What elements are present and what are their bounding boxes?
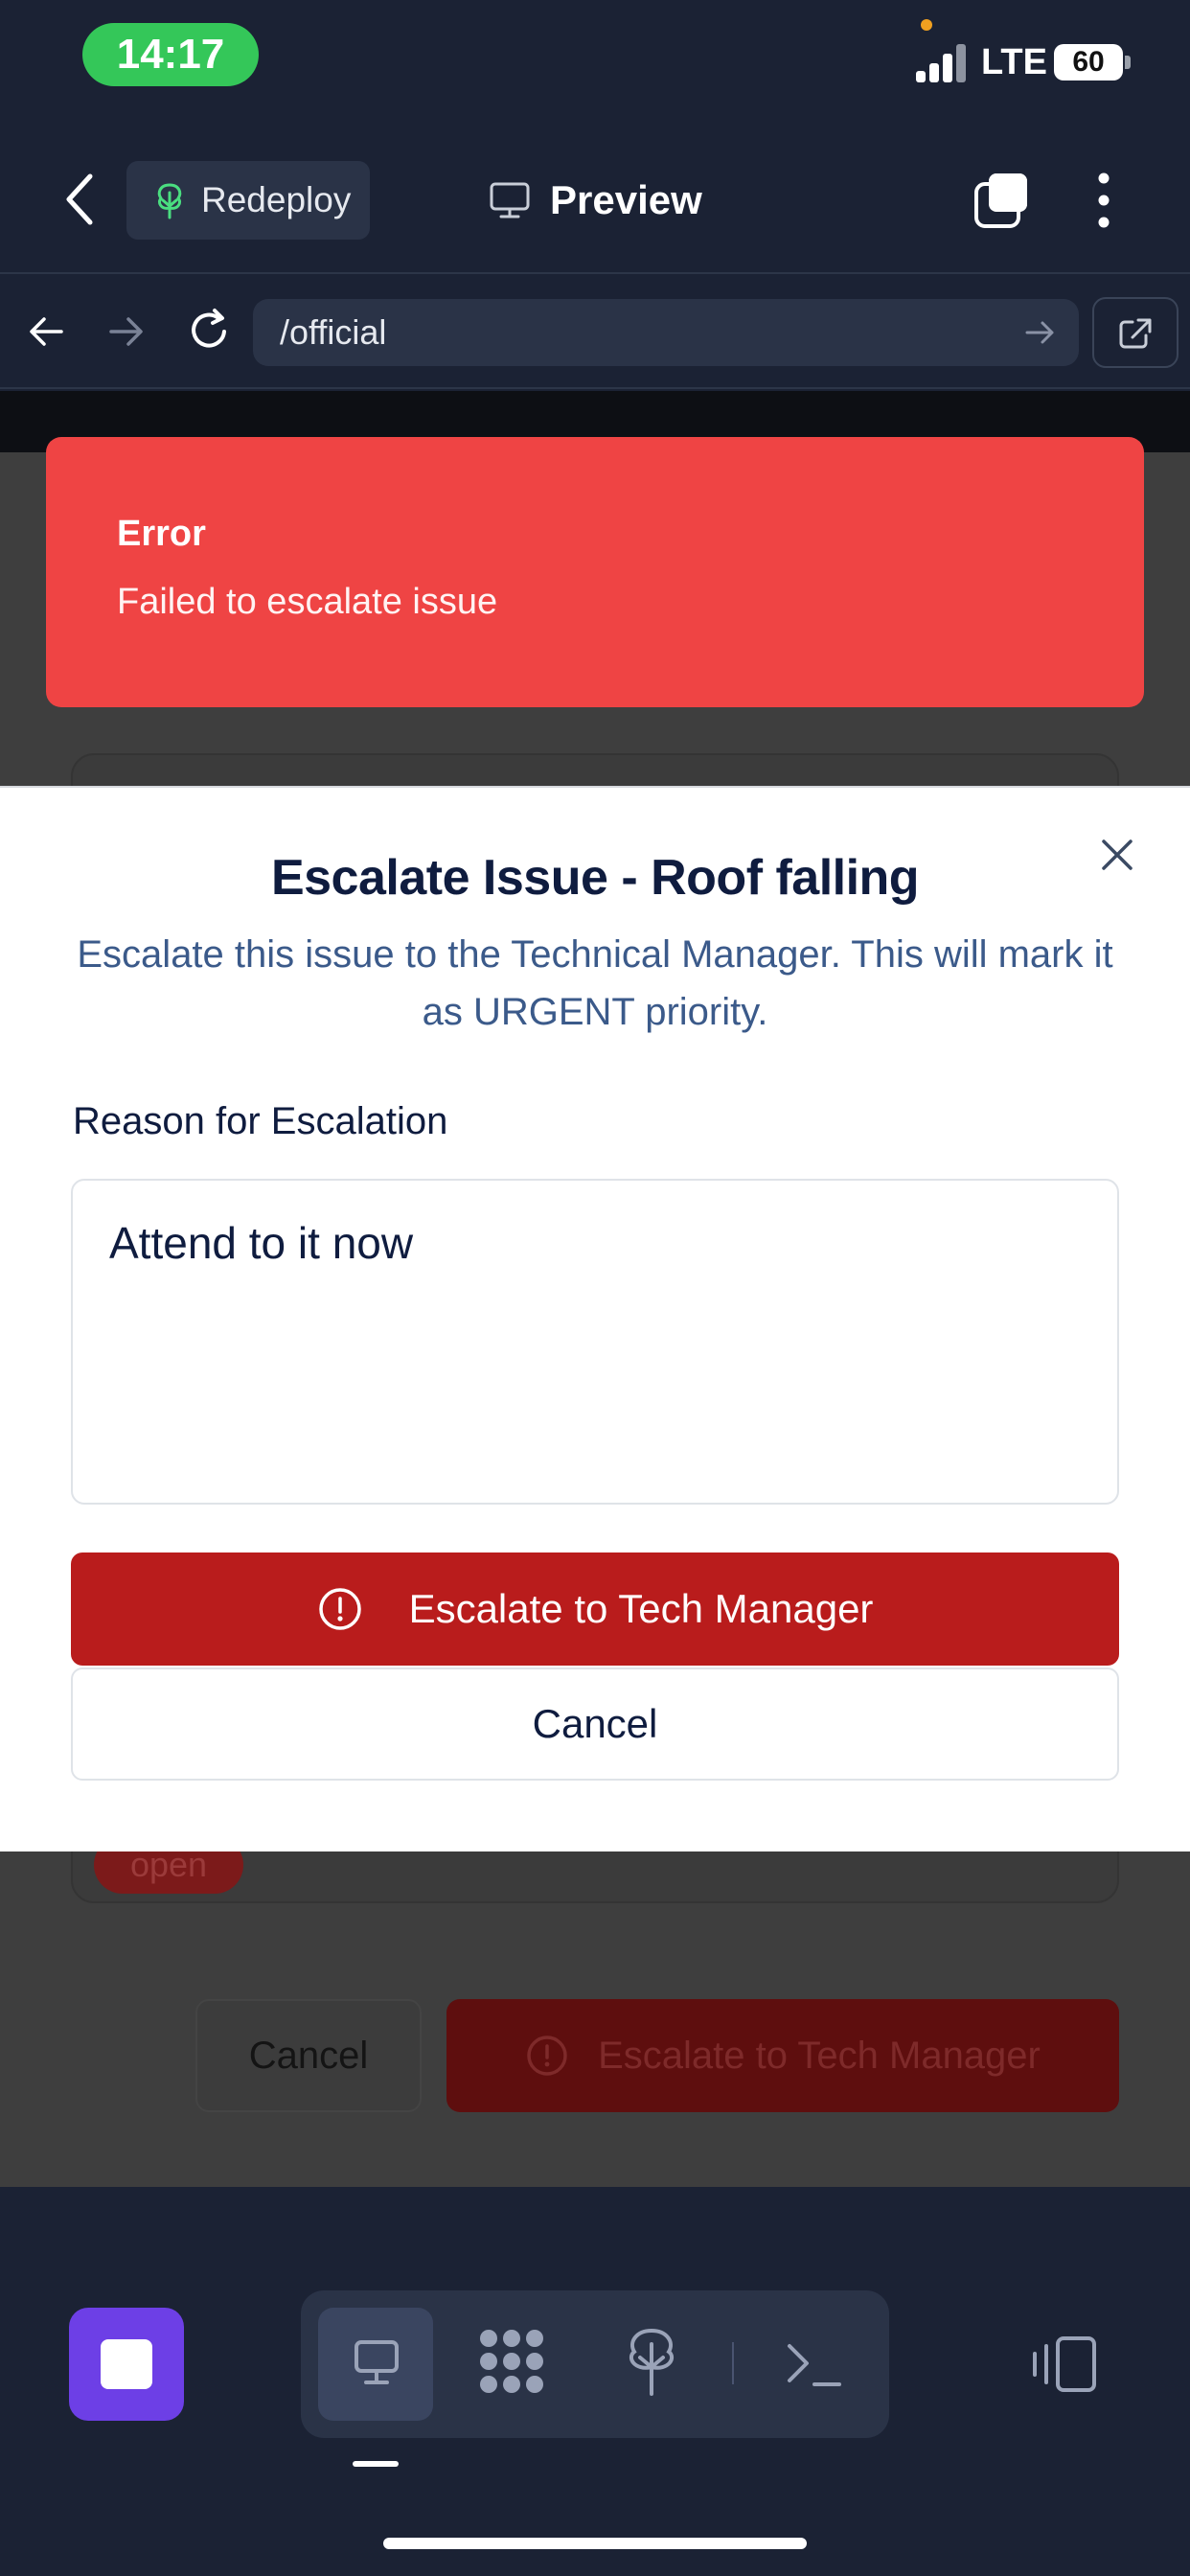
back-chevron-icon[interactable] xyxy=(57,171,105,228)
reload-icon[interactable] xyxy=(186,307,232,355)
toolbar-preview-button[interactable] xyxy=(318,2308,433,2421)
preview-label: Preview xyxy=(550,177,702,222)
alert-circle-icon xyxy=(527,2036,567,2076)
dialog-description: Escalate this issue to the Technical Man… xyxy=(77,933,1113,1033)
browser-back-icon[interactable] xyxy=(27,312,65,351)
active-tab-indicator xyxy=(353,2461,399,2467)
browser-forward-icon[interactable] xyxy=(107,312,146,351)
signal-icon xyxy=(916,44,970,82)
alert-circle-icon xyxy=(318,1588,361,1630)
redeploy-label: Redeploy xyxy=(201,180,352,219)
tabs-icon[interactable] xyxy=(972,171,1031,230)
redeploy-button[interactable]: Redeploy xyxy=(126,161,370,240)
preview-icon xyxy=(355,2340,399,2384)
battery-cap xyxy=(1125,56,1131,69)
toast-message: Failed to escalate issue xyxy=(117,582,498,622)
battery-icon: 60 xyxy=(1054,44,1123,80)
monitor-icon xyxy=(490,182,530,218)
dialog-title: Escalate Issue - Roof falling xyxy=(270,850,920,906)
app-stop-button[interactable] xyxy=(69,2308,184,2421)
background-cancel-button: Cancel xyxy=(195,1999,422,2112)
header-divider xyxy=(0,272,1190,274)
status-time: 14:17 xyxy=(82,23,259,86)
redeploy-tree-icon xyxy=(157,183,182,219)
home-indicator xyxy=(383,2538,807,2549)
escalate-button-label: Escalate to Tech Manager xyxy=(408,1586,874,1631)
reason-label: Reason for Escalation xyxy=(73,1100,448,1142)
mic-indicator xyxy=(921,19,932,31)
browser-divider xyxy=(0,387,1190,389)
escalate-button[interactable]: Escalate to Tech Manager xyxy=(71,1552,1119,1666)
toast-title: Error xyxy=(117,514,206,554)
more-options-icon[interactable] xyxy=(1083,169,1125,232)
stop-icon xyxy=(101,2339,152,2389)
error-toast[interactable]: Error Failed to escalate issue xyxy=(46,437,1144,707)
cancel-button[interactable]: Cancel xyxy=(71,1668,1119,1781)
background-escalate-label: Escalate to Tech Manager xyxy=(598,2034,1041,2077)
url-go-icon[interactable] xyxy=(1023,316,1058,349)
open-external-button[interactable] xyxy=(1092,297,1179,368)
deploy-icon[interactable] xyxy=(621,2323,682,2400)
url-input[interactable]: /official xyxy=(253,299,1079,366)
terminal-icon[interactable] xyxy=(784,2338,845,2390)
background-escalate-button: Escalate to Tech Manager xyxy=(446,1999,1119,2112)
toolbar-separator xyxy=(732,2342,734,2384)
network-type: LTE xyxy=(981,42,1047,82)
sidebar-toggle-icon[interactable] xyxy=(1029,2334,1098,2394)
reason-textarea[interactable]: Attend to it now xyxy=(71,1179,1119,1505)
preview-title: Preview xyxy=(489,171,702,230)
grid-apps-icon[interactable] xyxy=(473,2323,550,2400)
external-link-icon xyxy=(1119,318,1152,349)
